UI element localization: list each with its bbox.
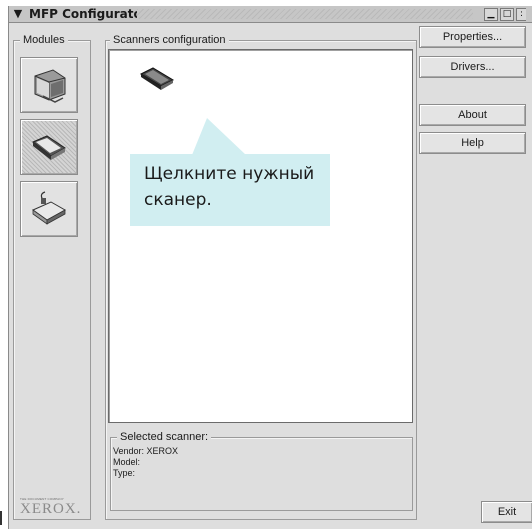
drivers-button[interactable]: Drivers... [419, 56, 526, 78]
text-cursor [0, 511, 2, 525]
scanner-list[interactable] [108, 49, 413, 423]
scanner-icon[interactable] [139, 66, 175, 92]
module-ports-button[interactable] [20, 181, 78, 237]
modules-label: Modules [20, 33, 68, 47]
mfp-configurator-window: ▼ MFP Configurator ▁ □ : Modules THE DOC… [8, 6, 532, 529]
chevron-down-icon[interactable]: ▼ [11, 7, 25, 20]
selected-scanner-label: Selected scanner: [117, 430, 212, 444]
selected-scanner-box: Selected scanner: Vendor: XEROX Model: T… [110, 430, 413, 511]
vendor-value: Vendor: XEROX [113, 446, 179, 456]
properties-button[interactable]: Properties... [419, 26, 526, 48]
xerox-logo: XEROX. [20, 501, 82, 517]
title-bar[interactable]: ▼ MFP Configurator ▁ □ : [9, 6, 532, 23]
modules-panel: Modules THE DOCUMENT COMPANY XEROX. [13, 33, 91, 520]
model-value: Model: [113, 457, 141, 467]
minimize-icon[interactable]: ▁ [484, 8, 498, 21]
exit-button[interactable]: Exit [481, 501, 532, 523]
scanners-configuration-label: Scanners configuration [110, 33, 229, 47]
module-printers-button[interactable] [20, 57, 78, 113]
type-value: Type: [113, 468, 136, 478]
port-icon [31, 191, 67, 225]
help-button[interactable]: Help [419, 132, 526, 154]
close-icon[interactable]: : [516, 8, 526, 21]
callout-line-1: Щелкните нужный [144, 164, 315, 184]
title-bar-stripes [137, 9, 473, 19]
instruction-callout: Щелкните нужный сканер. [130, 154, 330, 226]
printer-icon [34, 69, 66, 103]
scanner-icon [32, 135, 66, 160]
maximize-icon[interactable]: □ [500, 8, 514, 21]
callout-line-2: сканер. [144, 190, 212, 210]
window-title: MFP Configurator [29, 7, 148, 21]
scanners-configuration-panel: Scanners configuration Selected scanner:… [105, 33, 417, 520]
about-button[interactable]: About [419, 104, 526, 126]
module-scanners-button[interactable] [20, 119, 78, 175]
